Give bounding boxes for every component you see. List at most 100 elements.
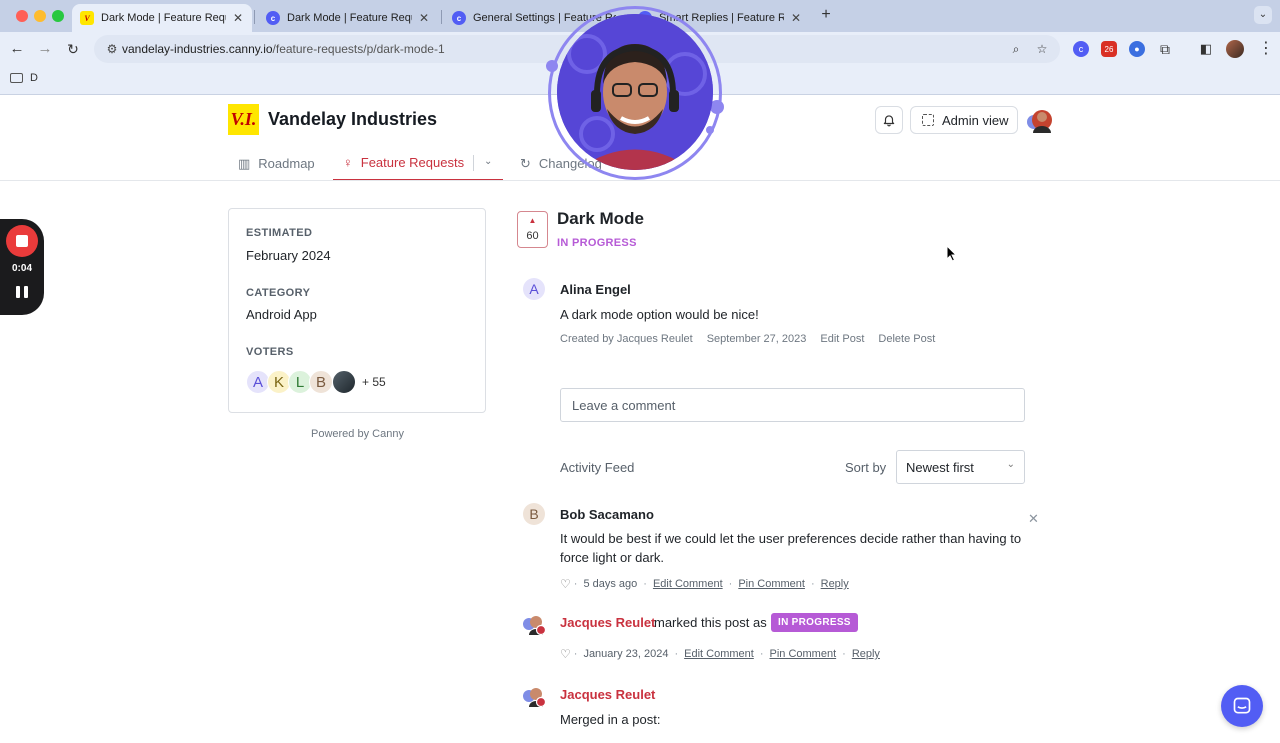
pin-comment-link[interactable]: Pin Comment xyxy=(770,648,837,660)
mouse-cursor-icon xyxy=(946,245,958,262)
comment-author: Bob Sacamano xyxy=(560,507,654,522)
reply-link[interactable]: Reply xyxy=(821,578,849,590)
category-value[interactable]: Android App xyxy=(246,307,317,322)
comment-author[interactable]: Jacques Reulet xyxy=(560,615,655,630)
webcam-bubble[interactable] xyxy=(557,14,713,170)
notifications-button[interactable] xyxy=(875,106,903,134)
post-author: Alina Engel xyxy=(560,282,631,297)
comment-author[interactable]: Jacques Reulet xyxy=(560,687,655,702)
admin-avatar xyxy=(523,688,545,707)
delete-post-link[interactable]: Delete Post xyxy=(878,333,935,345)
webcam-decoration xyxy=(706,126,714,134)
browser-tab-1[interactable]: V Dark Mode | Feature Requests ✕ xyxy=(72,4,252,32)
pin-comment-link[interactable]: Pin Comment xyxy=(738,578,805,590)
status-change-text: marked this post as xyxy=(654,615,767,630)
back-icon[interactable]: ← xyxy=(8,40,26,58)
close-tab-icon[interactable]: ✕ xyxy=(790,11,802,25)
company-logo: V.I. xyxy=(228,104,259,135)
post-title: Dark Mode xyxy=(557,209,644,228)
edit-comment-link[interactable]: Edit Comment xyxy=(684,648,754,660)
sort-select[interactable]: Newest first ⌄ xyxy=(896,450,1025,484)
close-tab-icon[interactable]: ✕ xyxy=(418,11,430,25)
webcam-decoration xyxy=(546,60,558,72)
post-meta: Created by Jacques Reulet September 27, … xyxy=(560,333,949,345)
company-name: Vandelay Industries xyxy=(268,109,438,129)
chevron-down-icon[interactable]: ⌄ xyxy=(484,156,492,167)
color-extension-icon[interactable]: ● xyxy=(1129,41,1145,57)
voters-more-count[interactable]: + 55 xyxy=(362,375,386,389)
browser-tab-2[interactable]: c Dark Mode | Feature Requests ✕ xyxy=(258,4,438,32)
presenter-video xyxy=(557,14,713,170)
stop-icon xyxy=(16,235,28,247)
upvote-button[interactable]: ▲ 60 xyxy=(517,211,548,248)
vote-count: 60 xyxy=(526,230,539,242)
calendar-extension-icon[interactable]: 26 xyxy=(1101,41,1117,57)
forward-icon[interactable]: → xyxy=(36,40,54,58)
refresh-icon: ↻ xyxy=(520,155,531,171)
new-tab-icon[interactable]: + xyxy=(818,7,834,23)
tab-title: Dark Mode | Feature Requests xyxy=(287,12,412,24)
meta-separator: · xyxy=(810,578,815,590)
admin-avatar xyxy=(523,616,545,635)
upvote-arrow-icon: ▲ xyxy=(528,216,537,225)
powered-by-canny[interactable]: Powered by Canny xyxy=(311,428,404,440)
close-icon[interactable]: ✕ xyxy=(1028,511,1039,527)
minimize-window-button[interactable] xyxy=(34,10,46,22)
map-icon: ▥ xyxy=(238,155,251,171)
comment-body: Merged in a post: xyxy=(560,712,661,727)
estimated-value[interactable]: February 2024 xyxy=(246,248,331,263)
url-path: /feature-requests/p/dark-mode-1 xyxy=(272,42,445,56)
tab-roadmap[interactable]: ▥ Roadmap xyxy=(238,146,315,181)
recording-timer: 0:04 xyxy=(11,263,32,274)
nav-divider xyxy=(473,155,474,171)
comment-meta: ♡ · 5 days ago · Edit Comment · Pin Comm… xyxy=(560,577,849,591)
side-panel-icon[interactable]: ◧ xyxy=(1198,41,1214,57)
reply-link[interactable]: Reply xyxy=(852,648,880,660)
tab-separator xyxy=(441,10,442,24)
bell-icon xyxy=(883,115,895,127)
edit-comment-link[interactable]: Edit Comment xyxy=(653,578,723,590)
tab-feature-requests-label: Feature Requests xyxy=(360,155,465,170)
voter-avatar[interactable]: B xyxy=(309,370,333,394)
edit-post-link[interactable]: Edit Post xyxy=(820,333,864,345)
bookmark-folder[interactable]: D xyxy=(10,72,38,84)
meta-separator: · xyxy=(573,648,578,660)
lightbulb-icon: ♀ xyxy=(343,155,353,170)
canny-extension-icon[interactable]: c xyxy=(1073,41,1089,57)
company-brand[interactable]: V.I. Vandelay Industries xyxy=(228,104,437,135)
meta-separator: · xyxy=(573,578,578,590)
heart-icon[interactable]: ♡ xyxy=(560,577,571,591)
site-settings-icon[interactable]: ⚙ xyxy=(104,41,120,57)
bookmark-star-icon[interactable]: ☆ xyxy=(1034,41,1050,57)
sort-value: Newest first xyxy=(906,460,974,475)
pause-icon xyxy=(24,286,28,298)
heart-icon[interactable]: ♡ xyxy=(560,647,571,661)
url-domain: vandelay-industries.canny.io xyxy=(122,42,273,56)
browser-menu-icon[interactable]: ⋮ xyxy=(1258,40,1274,58)
comment-input[interactable]: Leave a comment xyxy=(560,388,1025,422)
chat-launcher-button[interactable] xyxy=(1221,685,1263,727)
canny-icon: c xyxy=(266,11,280,25)
tab-feature-requests[interactable]: ♀ Feature Requests ⌄ xyxy=(333,146,503,181)
extensions-puzzle-icon[interactable]: ⧉ xyxy=(1157,41,1173,57)
status-badge: IN PROGRESS xyxy=(771,613,858,632)
maximize-window-button[interactable] xyxy=(52,10,64,22)
close-tab-icon[interactable]: ✕ xyxy=(232,11,244,25)
reload-icon[interactable]: ↻ xyxy=(64,40,82,58)
header-divider xyxy=(0,180,1280,181)
tab-search-icon[interactable]: ⌄ xyxy=(1254,6,1272,24)
comment-time: 5 days ago xyxy=(583,578,638,590)
voter-photo-avatar[interactable] xyxy=(332,370,356,394)
url-text[interactable]: vandelay-industries.canny.io/feature-req… xyxy=(122,42,445,56)
browser-profile-avatar[interactable] xyxy=(1226,40,1244,58)
close-window-button[interactable] xyxy=(16,10,28,22)
activity-feed-title: Activity Feed xyxy=(560,460,635,475)
zoom-icon[interactable]: ⌕ xyxy=(1008,41,1024,57)
post-details-card: ESTIMATED February 2024 CATEGORY Android… xyxy=(228,208,486,413)
pause-recording-button[interactable] xyxy=(14,286,30,300)
user-avatar[interactable] xyxy=(1026,107,1052,133)
admin-view-button[interactable]: Admin view xyxy=(910,106,1018,134)
tab-separator xyxy=(254,10,255,24)
chat-icon xyxy=(1233,697,1251,714)
stop-recording-button[interactable] xyxy=(6,225,38,257)
